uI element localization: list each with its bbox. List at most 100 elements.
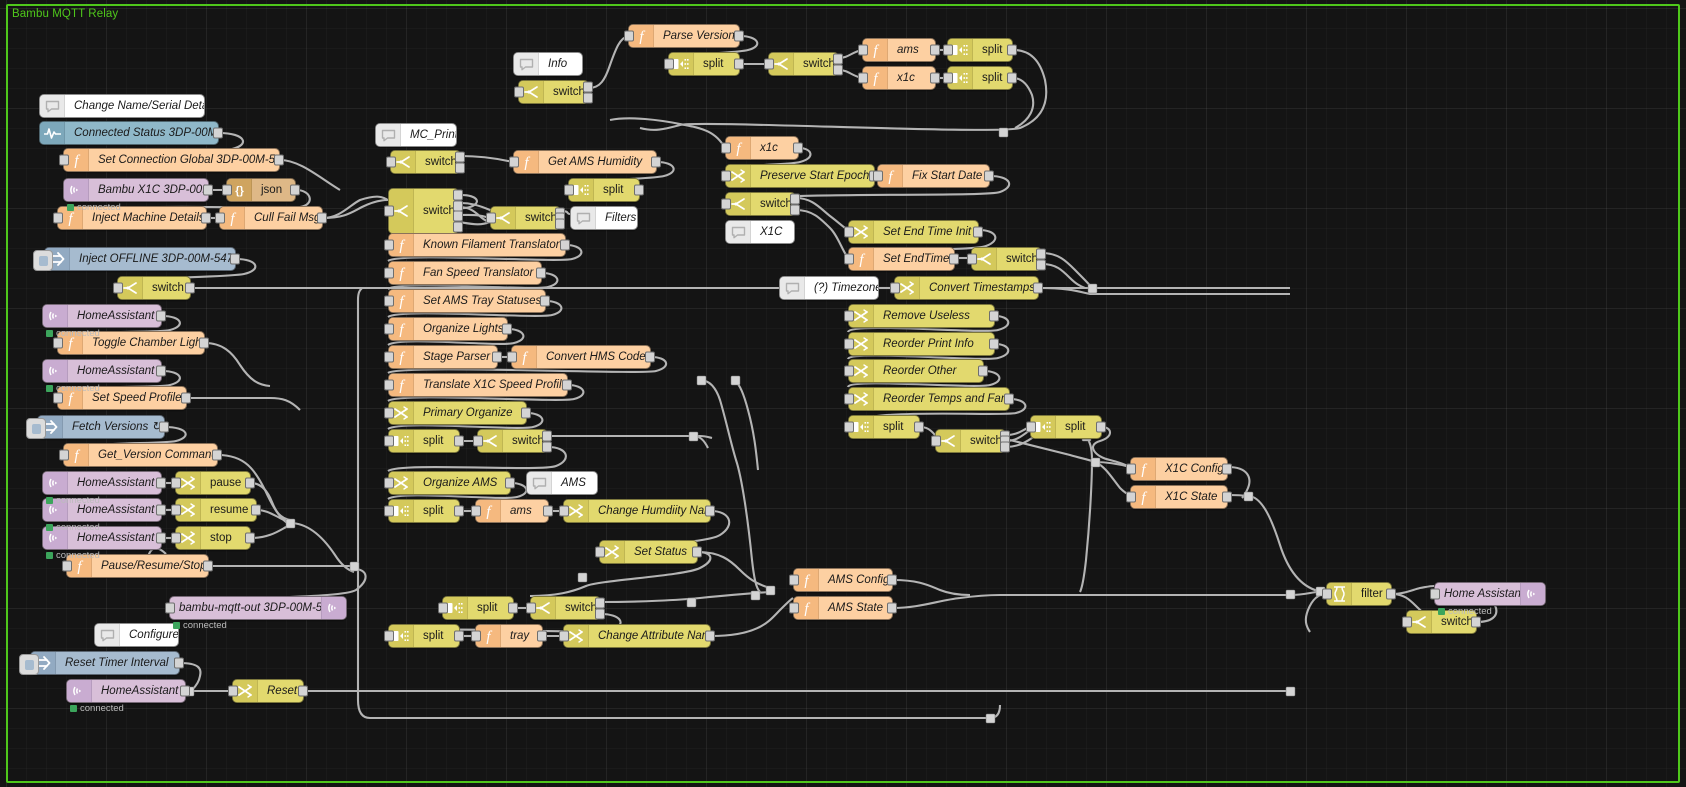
output-port[interactable] (542, 441, 552, 452)
node-fetch-versions[interactable]: Fetch Versions ↻ (26, 415, 169, 439)
output-port[interactable] (984, 170, 994, 182)
output-port[interactable] (251, 504, 261, 516)
node-x1c[interactable]: f x1c (721, 136, 803, 160)
output-port[interactable] (887, 574, 897, 586)
node-set-status[interactable]: Set Status (595, 540, 702, 564)
node-split[interactable]: split (844, 415, 924, 439)
output-port[interactable] (156, 477, 166, 489)
input-port[interactable] (384, 323, 394, 335)
input-port[interactable] (1322, 588, 1332, 600)
inject-trigger-button[interactable] (26, 418, 46, 439)
output-port[interactable] (508, 602, 518, 614)
node-fan-speed-translator[interactable]: f Fan Speed Translator (384, 261, 546, 285)
input-port[interactable] (438, 602, 448, 614)
output-port[interactable] (705, 630, 715, 642)
input-port[interactable] (721, 198, 731, 210)
input-port[interactable] (789, 602, 799, 614)
output-port[interactable] (989, 338, 999, 350)
node-set-connection-global-3dp-00m-547[interactable]: f Set Connection Global 3DP-00M-547 (59, 148, 284, 172)
node-switch[interactable]: switch (967, 247, 1046, 271)
node-split[interactable]: split (438, 596, 518, 620)
input-port[interactable] (215, 212, 225, 224)
input-port[interactable] (62, 560, 72, 572)
node-split[interactable]: split (384, 499, 464, 523)
node-split[interactable]: split (384, 429, 464, 453)
input-port[interactable] (559, 505, 569, 517)
input-port[interactable] (53, 212, 63, 224)
input-port[interactable] (113, 282, 123, 294)
input-port[interactable] (222, 184, 232, 196)
node-split[interactable]: split (943, 38, 1017, 62)
input-port[interactable] (507, 351, 517, 363)
input-port[interactable] (858, 72, 868, 84)
output-port[interactable] (1471, 616, 1481, 628)
input-port[interactable] (564, 184, 574, 196)
node-inject-offline-3dp-00m-547[interactable]: Inject OFFLINE 3DP-00M-547 ↻ (33, 247, 240, 271)
output-port[interactable] (230, 253, 240, 265)
node-split[interactable]: split (384, 624, 464, 648)
node-get-ams-humidity[interactable]: f Get AMS Humidity (509, 150, 661, 174)
input-port[interactable] (943, 72, 953, 84)
node-reset-timer-interval[interactable]: Reset Timer Interval ↻ (19, 651, 184, 675)
node-change-name-serial-details[interactable]: Change Name/Serial Details (39, 94, 205, 118)
input-port[interactable] (844, 393, 854, 405)
node-fix-start-date[interactable]: f Fix Start Date (873, 164, 994, 188)
output-port[interactable] (989, 310, 999, 322)
output-port[interactable] (290, 184, 300, 196)
node-homeassistant-in[interactable]: HomeAssistant In (42, 359, 166, 383)
output-port[interactable] (536, 267, 546, 279)
output-port[interactable] (156, 504, 166, 516)
output-port[interactable] (1036, 248, 1046, 259)
input-port[interactable] (844, 310, 854, 322)
output-port[interactable] (634, 184, 644, 196)
input-port[interactable] (873, 170, 883, 182)
output-port[interactable] (213, 127, 223, 139)
output-port[interactable] (833, 53, 843, 64)
input-port[interactable] (59, 449, 69, 461)
node-switch[interactable]: switch (386, 150, 465, 174)
node-preserve-start-epoch[interactable]: Preserve Start Epoch (721, 164, 879, 188)
input-port[interactable] (471, 630, 481, 642)
output-port[interactable] (833, 64, 843, 75)
node-ams-state[interactable]: f AMS State (789, 596, 897, 620)
input-port[interactable] (59, 154, 69, 166)
output-port[interactable] (1096, 421, 1106, 433)
output-port[interactable] (542, 430, 552, 441)
input-port[interactable] (1026, 421, 1036, 433)
input-port[interactable] (931, 435, 941, 447)
input-port[interactable] (384, 267, 394, 279)
output-port[interactable] (492, 351, 502, 363)
output-port[interactable] (505, 477, 515, 489)
node-stage-parser[interactable]: f Stage Parser (384, 345, 502, 369)
output-port[interactable] (651, 156, 661, 168)
node-reorder-other[interactable]: Reorder Other (844, 359, 988, 383)
node-x1c[interactable]: f x1c (858, 66, 940, 90)
node-info[interactable]: Info (513, 52, 583, 76)
node-pause[interactable]: pause (171, 471, 255, 495)
output-port[interactable] (453, 221, 463, 233)
node-ams[interactable]: f ams (471, 499, 553, 523)
output-port[interactable] (793, 142, 803, 154)
flow-canvas[interactable]: Bambu MQTT Relay Change Name/Serial Deta… (0, 0, 1686, 787)
node-set-end-time-init[interactable]: Set End Time Init (844, 220, 983, 244)
input-port[interactable] (1402, 616, 1412, 628)
input-port[interactable] (384, 379, 394, 391)
node-reset[interactable]: Reset (228, 679, 308, 703)
output-port[interactable] (212, 449, 222, 461)
node-x1c-state[interactable]: f X1C State (1126, 485, 1232, 509)
output-port[interactable] (543, 505, 553, 517)
node-split[interactable]: split (943, 66, 1017, 90)
input-port[interactable] (384, 435, 394, 447)
output-port[interactable] (274, 154, 284, 166)
output-port[interactable] (455, 162, 465, 173)
node-mc-print[interactable]: MC_Print (375, 123, 457, 147)
node-change-humdiity-name[interactable]: Change Humdiity Name (559, 499, 715, 523)
node-bambu-mqtt-out-3dp-00m-547[interactable]: bambu-mqtt-out 3DP-00M-547 (165, 596, 347, 620)
input-port[interactable] (509, 156, 519, 168)
node-ams[interactable]: AMS (526, 471, 598, 495)
output-port[interactable] (949, 253, 959, 265)
node-connected-status-3dp-00m-547[interactable]: Connected Status 3DP-00M-547 (39, 121, 223, 145)
output-port[interactable] (583, 92, 593, 103)
input-port[interactable] (559, 630, 569, 642)
node-switch[interactable]: switch (384, 188, 463, 234)
